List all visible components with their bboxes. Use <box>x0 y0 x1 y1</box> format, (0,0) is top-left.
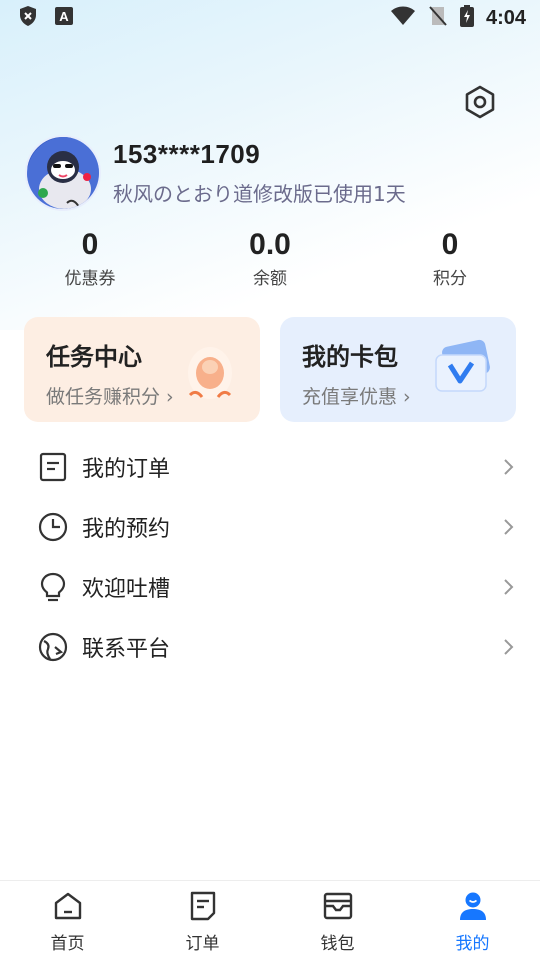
battery-charging-icon <box>459 5 474 31</box>
chevron-right-icon <box>502 577 514 601</box>
chevron-right-icon <box>502 637 514 661</box>
menu-item-appointments[interactable]: 我的预约 <box>0 497 540 557</box>
stat-label: 余额 <box>253 269 287 289</box>
menu-label: 联系平台 <box>82 637 171 662</box>
tab-orders[interactable]: 订单 <box>135 881 270 960</box>
tab-label: 钱包 <box>320 934 355 954</box>
card-wallet-card[interactable]: 我的卡包 充值享优惠 › <box>280 317 516 422</box>
settings-button[interactable] <box>458 80 502 124</box>
tab-label: 我的 <box>455 934 490 954</box>
shield-icon <box>18 5 38 31</box>
tab-home[interactable]: 首页 <box>0 881 135 960</box>
lightbulb-icon <box>38 572 68 602</box>
phone-number: 153****1709 <box>113 139 261 169</box>
wifi-icon <box>390 6 416 30</box>
tab-wallet[interactable]: 钱包 <box>270 881 405 960</box>
clock-icon <box>38 512 68 542</box>
menu-label: 我的预约 <box>82 517 171 542</box>
stat-label: 优惠券 <box>64 269 116 289</box>
no-signal-icon <box>428 5 448 31</box>
menu-item-feedback[interactable]: 欢迎吐槽 <box>0 557 540 617</box>
home-icon <box>53 891 83 925</box>
user-icon <box>458 891 488 925</box>
keyboard-icon: A <box>54 6 74 30</box>
wallet-icon <box>323 891 353 925</box>
contact-icon <box>38 632 68 662</box>
status-bar: A 4:04 <box>0 0 540 36</box>
order-tab-icon <box>189 891 217 925</box>
egg-mascot-icon <box>182 339 238 405</box>
tab-mine[interactable]: 我的 <box>405 881 540 960</box>
menu-item-orders[interactable]: 我的订单 <box>0 437 540 497</box>
stat-points[interactable]: 0 积分 <box>380 228 520 289</box>
chevron-right-icon <box>502 457 514 481</box>
tab-label: 首页 <box>50 934 85 954</box>
profile-section[interactable]: 153****1709 秋风のとおり道修改版已使用1天 <box>25 135 406 211</box>
stat-balance[interactable]: 0.0 余额 <box>200 228 340 289</box>
avatar[interactable] <box>25 135 101 211</box>
stat-coupons[interactable]: 0 优惠券 <box>20 228 160 289</box>
tab-label: 订单 <box>185 934 220 954</box>
chevron-right-icon <box>502 517 514 541</box>
task-center-card[interactable]: 任务中心 做任务赚积分 › <box>24 317 260 422</box>
order-icon <box>38 452 68 482</box>
menu-label: 欢迎吐槽 <box>82 577 171 602</box>
menu-label: 我的订单 <box>82 457 171 482</box>
profile-motto: 秋风のとおり道修改版已使用1天 <box>113 182 406 206</box>
stat-value: 0 <box>81 228 99 261</box>
bottom-tab-bar: 首页 订单 钱包 我的 <box>0 880 540 960</box>
stat-value: 0.0 <box>249 228 291 261</box>
svg-text:A: A <box>59 9 69 24</box>
stat-label: 积分 <box>433 269 467 289</box>
stat-value: 0 <box>441 228 459 261</box>
vip-card-icon <box>430 339 494 399</box>
settings-icon <box>465 85 495 119</box>
menu-item-contact[interactable]: 联系平台 <box>0 617 540 677</box>
status-time: 4:04 <box>485 6 526 29</box>
menu-list: 我的订单 我的预约 欢迎吐槽 联系平台 <box>0 437 540 677</box>
